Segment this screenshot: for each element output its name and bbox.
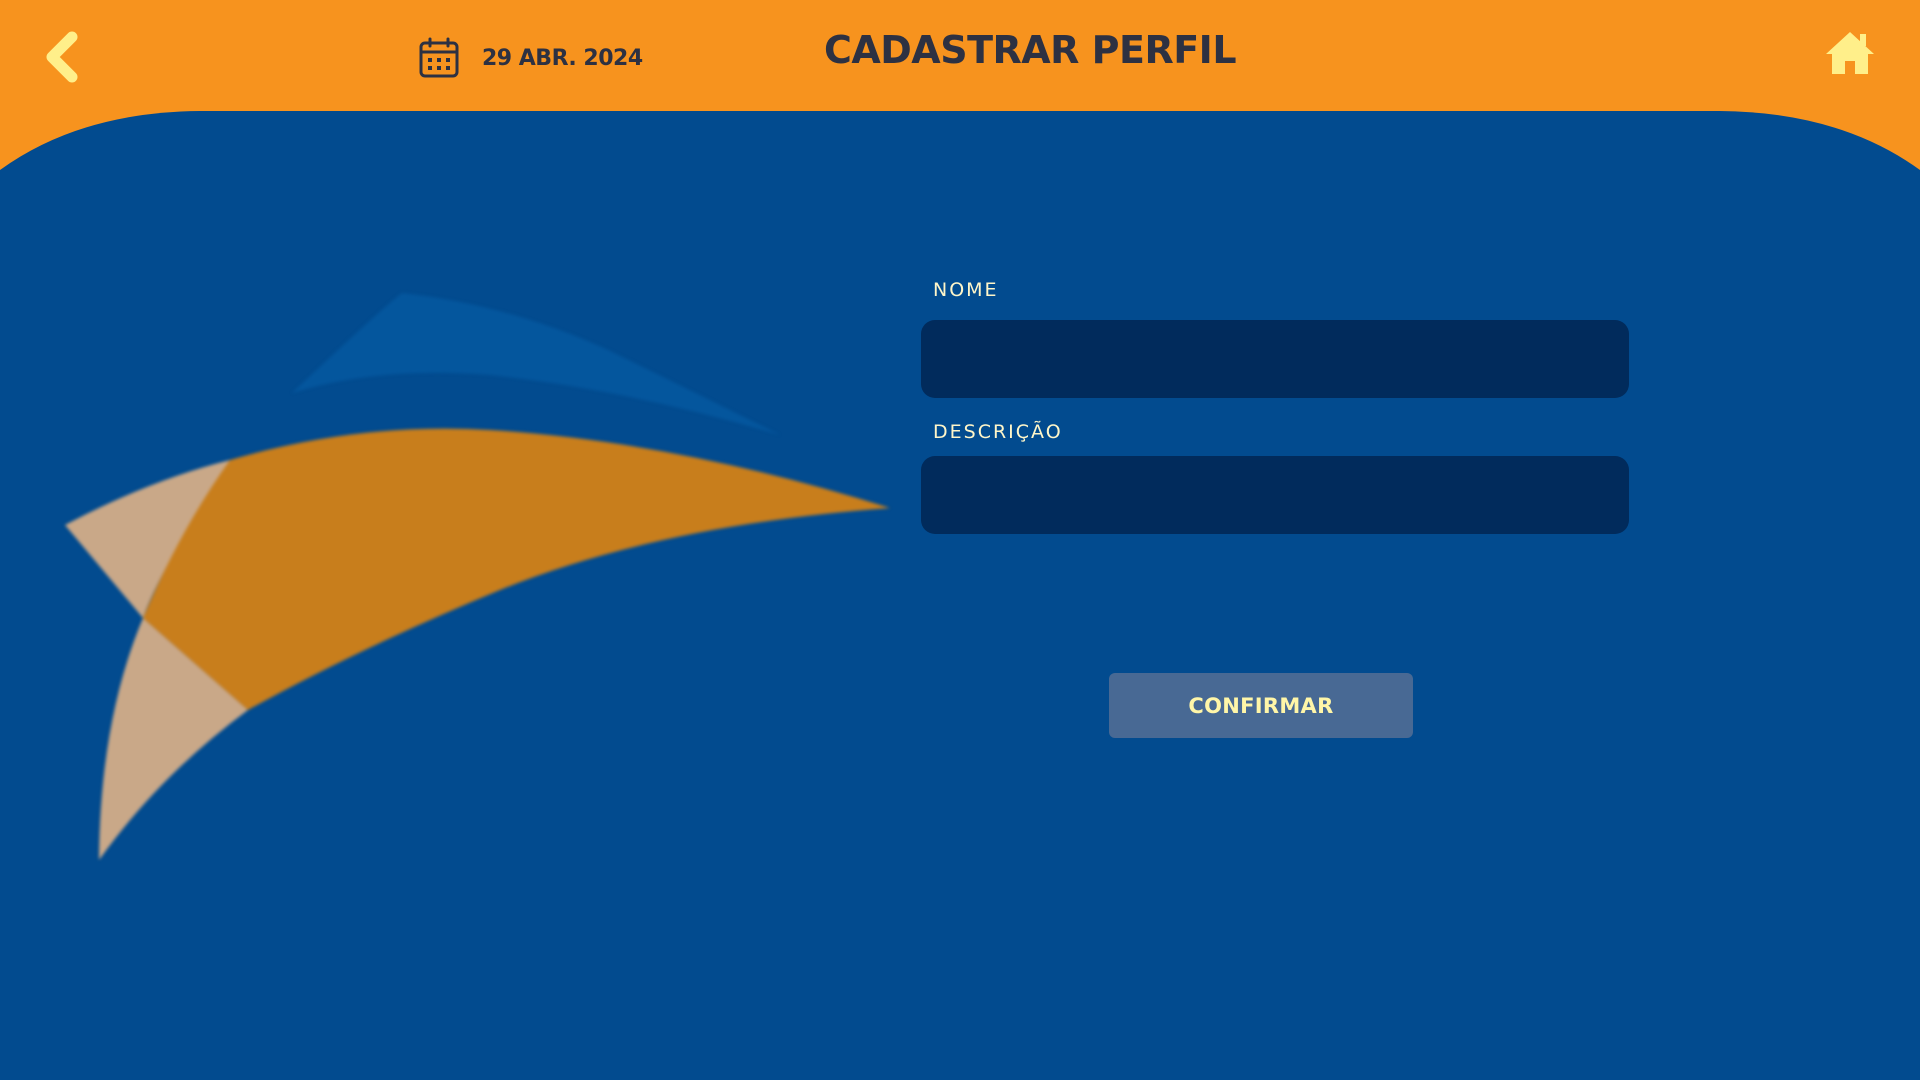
description-label: DESCRIÇÃO	[933, 421, 1063, 443]
confirm-button[interactable]: CONFIRMAR	[1109, 673, 1413, 738]
profile-form: NOME DESCRIÇÃO	[921, 270, 1629, 534]
app-screen: 29 ABR. 2024 CADASTRAR PERFIL NOME DESCR…	[0, 0, 1920, 1080]
name-input[interactable]	[921, 320, 1629, 398]
home-button[interactable]	[1824, 28, 1876, 78]
page-title: CADASTRAR PERFIL	[823, 28, 1237, 72]
brand-logo-swoosh	[65, 293, 890, 860]
description-input[interactable]	[921, 456, 1629, 534]
header-bar: 29 ABR. 2024 CADASTRAR PERFIL	[0, 0, 1920, 112]
name-label: NOME	[933, 279, 999, 301]
